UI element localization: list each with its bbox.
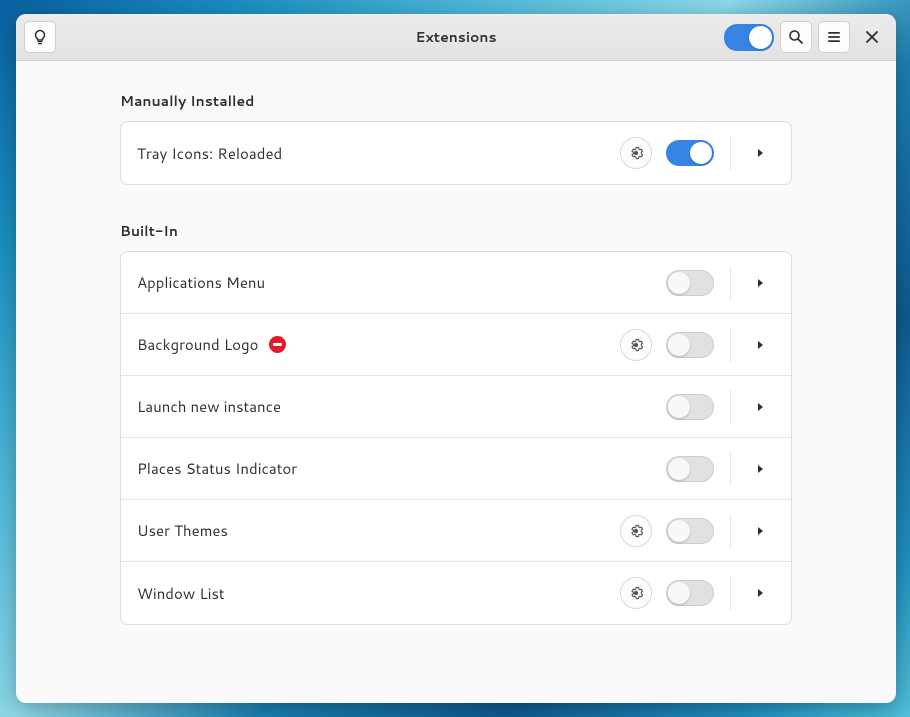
- extension-name: Window List: [137, 583, 225, 604]
- extension-name: Launch new instance: [137, 396, 281, 417]
- extension-toggle[interactable]: [666, 456, 714, 482]
- extension-name: Applications Menu: [137, 272, 265, 293]
- search-button[interactable]: [780, 21, 812, 53]
- chevron-right-icon: [757, 588, 765, 598]
- error-icon: [269, 336, 286, 353]
- extension-name: Places Status Indicator: [137, 458, 297, 479]
- toggle-knob: [668, 582, 690, 604]
- gear-icon: [628, 585, 644, 601]
- search-icon: [788, 29, 804, 45]
- extension-settings-button[interactable]: [620, 137, 652, 169]
- divider: [730, 266, 731, 300]
- about-button[interactable]: [24, 21, 56, 53]
- expand-button[interactable]: [747, 148, 775, 158]
- extension-name: Tray Icons: Reloaded: [137, 143, 282, 164]
- global-extensions-toggle[interactable]: [724, 24, 774, 51]
- extension-toggle[interactable]: [666, 270, 714, 296]
- titlebar: Extensions: [16, 14, 896, 61]
- close-icon: [865, 30, 879, 44]
- gear-icon: [628, 145, 644, 161]
- content-area: Manually Installed Tray Icons: Reloaded: [16, 61, 896, 703]
- extension-row: Places Status Indicator: [121, 438, 791, 500]
- toggle-knob: [668, 272, 690, 294]
- extension-toggle[interactable]: [666, 518, 714, 544]
- section-header-manual: Manually Installed: [120, 91, 792, 111]
- gear-icon: [628, 337, 644, 353]
- manual-list: Tray Icons: Reloaded: [120, 121, 792, 185]
- divider: [730, 452, 731, 486]
- section-header-builtin: Built-In: [120, 221, 792, 241]
- expand-button[interactable]: [747, 464, 775, 474]
- divider: [730, 136, 731, 170]
- chevron-right-icon: [757, 526, 765, 536]
- extension-toggle[interactable]: [666, 332, 714, 358]
- extensions-window: Extensions: [16, 14, 896, 703]
- chevron-right-icon: [757, 464, 765, 474]
- toggle-knob: [668, 520, 690, 542]
- divider: [730, 576, 731, 610]
- extension-settings-button[interactable]: [620, 329, 652, 361]
- toggle-knob: [690, 142, 712, 164]
- hamburger-icon: [826, 29, 842, 45]
- extension-row: Launch new instance: [121, 376, 791, 438]
- toggle-knob: [668, 396, 690, 418]
- extension-row: User Themes: [121, 500, 791, 562]
- extension-settings-button[interactable]: [620, 515, 652, 547]
- extension-name: User Themes: [137, 520, 228, 541]
- menu-button[interactable]: [818, 21, 850, 53]
- extension-row: Window List: [121, 562, 791, 624]
- toggle-knob: [749, 26, 772, 49]
- chevron-right-icon: [757, 148, 765, 158]
- extension-row: Applications Menu: [121, 252, 791, 314]
- chevron-right-icon: [757, 402, 765, 412]
- extension-toggle[interactable]: [666, 394, 714, 420]
- chevron-right-icon: [757, 278, 765, 288]
- divider: [730, 328, 731, 362]
- close-button[interactable]: [856, 21, 888, 53]
- expand-button[interactable]: [747, 526, 775, 536]
- extension-settings-button[interactable]: [620, 577, 652, 609]
- extension-toggle[interactable]: [666, 140, 714, 166]
- expand-button[interactable]: [747, 402, 775, 412]
- gear-icon: [628, 523, 644, 539]
- divider: [730, 514, 731, 548]
- extension-name: Background Logo: [137, 334, 259, 355]
- toggle-knob: [668, 458, 690, 480]
- extension-toggle[interactable]: [666, 580, 714, 606]
- expand-button[interactable]: [747, 278, 775, 288]
- chevron-right-icon: [757, 340, 765, 350]
- expand-button[interactable]: [747, 588, 775, 598]
- extension-row: Background Logo: [121, 314, 791, 376]
- builtin-list: Applications Menu Background Logo: [120, 251, 792, 625]
- divider: [730, 390, 731, 424]
- extension-row: Tray Icons: Reloaded: [121, 122, 791, 184]
- expand-button[interactable]: [747, 340, 775, 350]
- lightbulb-icon: [32, 29, 48, 45]
- toggle-knob: [668, 334, 690, 356]
